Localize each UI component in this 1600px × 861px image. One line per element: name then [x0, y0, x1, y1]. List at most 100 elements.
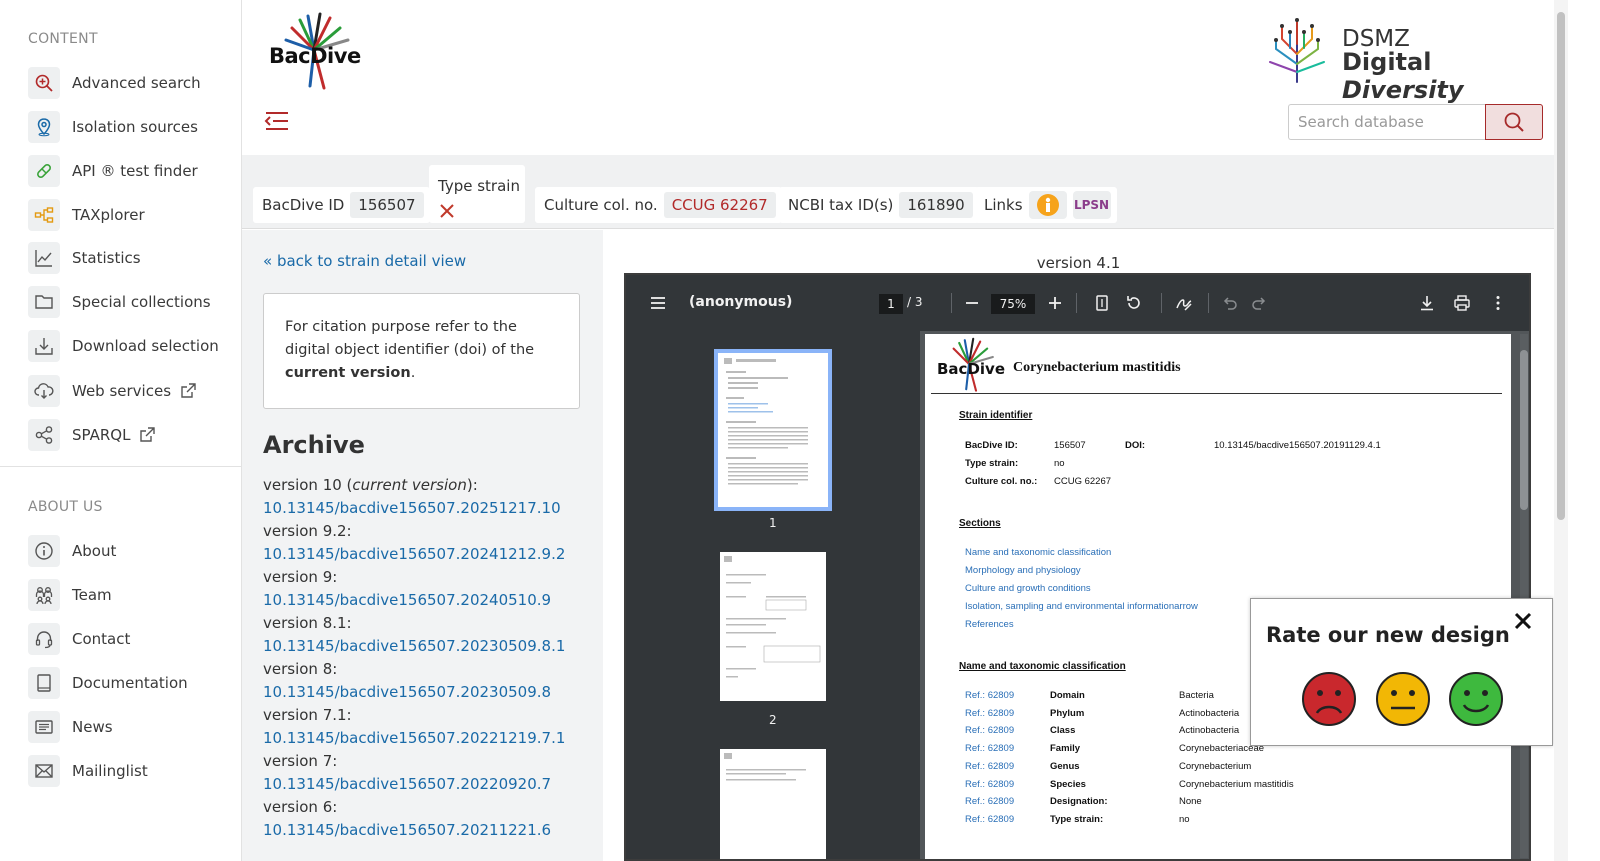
- version-doi-link[interactable]: 10.13145/bacdive156507.20220920.7: [263, 773, 598, 796]
- version-label: version 10 (current version):: [263, 474, 598, 497]
- version-label-text: version 10 (: [263, 476, 353, 494]
- page-margin: [1568, 0, 1600, 861]
- zoom-in-button[interactable]: [1045, 293, 1065, 313]
- newspaper-icon: [28, 711, 60, 743]
- share-nodes-icon: [28, 419, 60, 451]
- pdf-reference-link[interactable]: Ref.: 62809: [965, 814, 1014, 825]
- pdf-taxonomy-key: Phylum: [1050, 707, 1085, 719]
- pdf-taxonomy-value: Actinobacteria: [1179, 725, 1240, 737]
- undo-icon: [1223, 297, 1237, 310]
- sidebar-item-api-test-finder[interactable]: API ® test finder: [28, 155, 198, 187]
- pdf-section-link[interactable]: References: [965, 619, 1014, 630]
- sidebar-item-isolation-sources[interactable]: Isolation sources: [28, 111, 198, 143]
- neutral-face-icon[interactable]: [1375, 671, 1431, 727]
- pdf-menu-button[interactable]: [648, 293, 668, 313]
- sidebar-item-contact[interactable]: Contact: [28, 623, 130, 655]
- culture-col-value[interactable]: CCUG 62267: [663, 192, 776, 218]
- search-input[interactable]: [1288, 104, 1486, 140]
- pdf-download-button[interactable]: [1417, 293, 1437, 313]
- pdf-thumbnail-3[interactable]: [720, 749, 826, 859]
- back-to-strain-link[interactable]: « back to strain detail view: [263, 252, 466, 270]
- annotate-button[interactable]: [1174, 293, 1194, 313]
- hamburger-icon: [651, 297, 665, 309]
- info-icon: [28, 535, 60, 567]
- sidebar-item-web-services[interactable]: Web services: [28, 375, 197, 407]
- version-doi-link[interactable]: 10.13145/bacdive156507.20251217.10: [263, 497, 598, 520]
- sidebar-item-news[interactable]: News: [28, 711, 113, 743]
- current-version-tag: current version: [352, 476, 467, 494]
- external-link-icon: [140, 427, 156, 442]
- pdf-print-button[interactable]: [1452, 293, 1472, 313]
- sidebar-item-taxplorer[interactable]: TAXplorer: [28, 199, 145, 231]
- version-doi-link[interactable]: 10.13145/bacdive156507.20230509.8.1: [263, 635, 598, 658]
- rate-design-popup: Rate our new design: [1250, 598, 1553, 746]
- sad-face-icon[interactable]: [1301, 671, 1357, 727]
- pdf-section-link[interactable]: Morphology and physiology: [965, 565, 1081, 576]
- pill-icon: [28, 155, 60, 187]
- pdf-zoom-input[interactable]: 75%: [991, 294, 1035, 314]
- sidebar-item-mailinglist[interactable]: Mailinglist: [28, 755, 148, 787]
- page-scrollbar-thumb[interactable]: [1557, 12, 1565, 520]
- pdf-reference-link[interactable]: Ref.: 62809: [965, 708, 1014, 719]
- folder-icon: [28, 286, 60, 318]
- sidebar-item-special-collections[interactable]: Special collections: [28, 286, 211, 318]
- version-doi-link[interactable]: 10.13145/bacdive156507.20230509.8: [263, 681, 598, 704]
- sidebar-item-label: Web services: [72, 382, 172, 400]
- type-strain-label: Type strain: [438, 177, 520, 195]
- sidebar-item-download-selection[interactable]: Download selection: [28, 330, 219, 362]
- sidebar-item-team[interactable]: Team: [28, 579, 112, 611]
- pdf-thumbnail-1[interactable]: [714, 349, 832, 511]
- sidebar-item-documentation[interactable]: Documentation: [28, 667, 188, 699]
- pdf-taxonomy-heading: Name and taxonomic classification: [959, 661, 1126, 672]
- version-label-text: version 8:: [263, 660, 338, 678]
- pdf-thumbnail-sidebar: 1 2: [626, 331, 920, 859]
- version-doi-link[interactable]: 10.13145/bacdive156507.20241212.9.2: [263, 543, 598, 566]
- happy-face-icon[interactable]: [1448, 671, 1504, 727]
- pdf-reference-link[interactable]: Ref.: 62809: [965, 743, 1014, 754]
- sidebar-item-statistics[interactable]: Statistics: [28, 242, 141, 274]
- fit-page-button[interactable]: [1092, 293, 1112, 313]
- zoom-out-button[interactable]: [962, 293, 982, 313]
- sidebar-item-label: Isolation sources: [72, 118, 198, 136]
- undo-button[interactable]: [1219, 293, 1239, 313]
- sidebar-item-sparql[interactable]: SPARQL: [28, 419, 156, 451]
- pdf-section-link[interactable]: Culture and growth conditions: [965, 583, 1091, 594]
- version-doi-link[interactable]: 10.13145/bacdive156507.20211221.6: [263, 819, 598, 842]
- version-doi-link[interactable]: 10.13145/bacdive156507.20240510.9: [263, 589, 598, 612]
- page-scrollbar[interactable]: [1554, 0, 1568, 861]
- pdf-scrollbar-thumb[interactable]: [1520, 350, 1528, 510]
- dsmz-logo-icon[interactable]: [1262, 14, 1332, 84]
- version-list: version 10 (current version): 10.13145/ba…: [263, 474, 598, 842]
- fit-page-icon: [1096, 295, 1108, 311]
- close-icon[interactable]: [1511, 609, 1535, 633]
- ncbi-tax-value[interactable]: 161890: [899, 192, 973, 218]
- pdf-section-link[interactable]: Name and taxonomic classification: [965, 547, 1111, 558]
- about-heading: ABOUT US: [28, 499, 103, 515]
- lpsn-link-badge[interactable]: LPSN: [1072, 191, 1111, 219]
- search-plus-icon: [28, 67, 60, 99]
- pdf-reference-link[interactable]: Ref.: 62809: [965, 779, 1014, 790]
- pdf-more-button[interactable]: [1488, 293, 1508, 313]
- rotate-button[interactable]: [1124, 293, 1144, 313]
- search-button[interactable]: [1485, 104, 1543, 140]
- pdf-reference-link[interactable]: Ref.: 62809: [965, 761, 1014, 772]
- version-label: version 4.1: [1036, 254, 1121, 272]
- version-doi-link[interactable]: 10.13145/bacdive156507.20221219.7.1: [263, 727, 598, 750]
- pdf-thumbnail-2[interactable]: [720, 552, 826, 701]
- download-tray-icon: [28, 330, 60, 362]
- headset-icon: [28, 623, 60, 655]
- menu-collapse-icon[interactable]: [264, 108, 290, 134]
- pdf-section-link[interactable]: Isolation, sampling and environmental in…: [965, 601, 1198, 612]
- pdf-reference-link[interactable]: Ref.: 62809: [965, 690, 1014, 701]
- pdf-reference-link[interactable]: Ref.: 62809: [965, 796, 1014, 807]
- redo-button[interactable]: [1250, 293, 1270, 313]
- pdf-scrollbar[interactable]: [1520, 334, 1528, 858]
- sidebar-item-about[interactable]: About: [28, 535, 116, 567]
- version-label-text: version 8.1:: [263, 614, 352, 632]
- external-link-badge[interactable]: [1028, 191, 1067, 219]
- sidebar-item-advanced-search[interactable]: Advanced search: [28, 67, 201, 99]
- pdf-page-input[interactable]: 1: [879, 294, 903, 314]
- orange-ring-logo-icon: [1036, 194, 1059, 216]
- pdf-reference-link[interactable]: Ref.: 62809: [965, 725, 1014, 736]
- close-x-icon: [440, 204, 454, 218]
